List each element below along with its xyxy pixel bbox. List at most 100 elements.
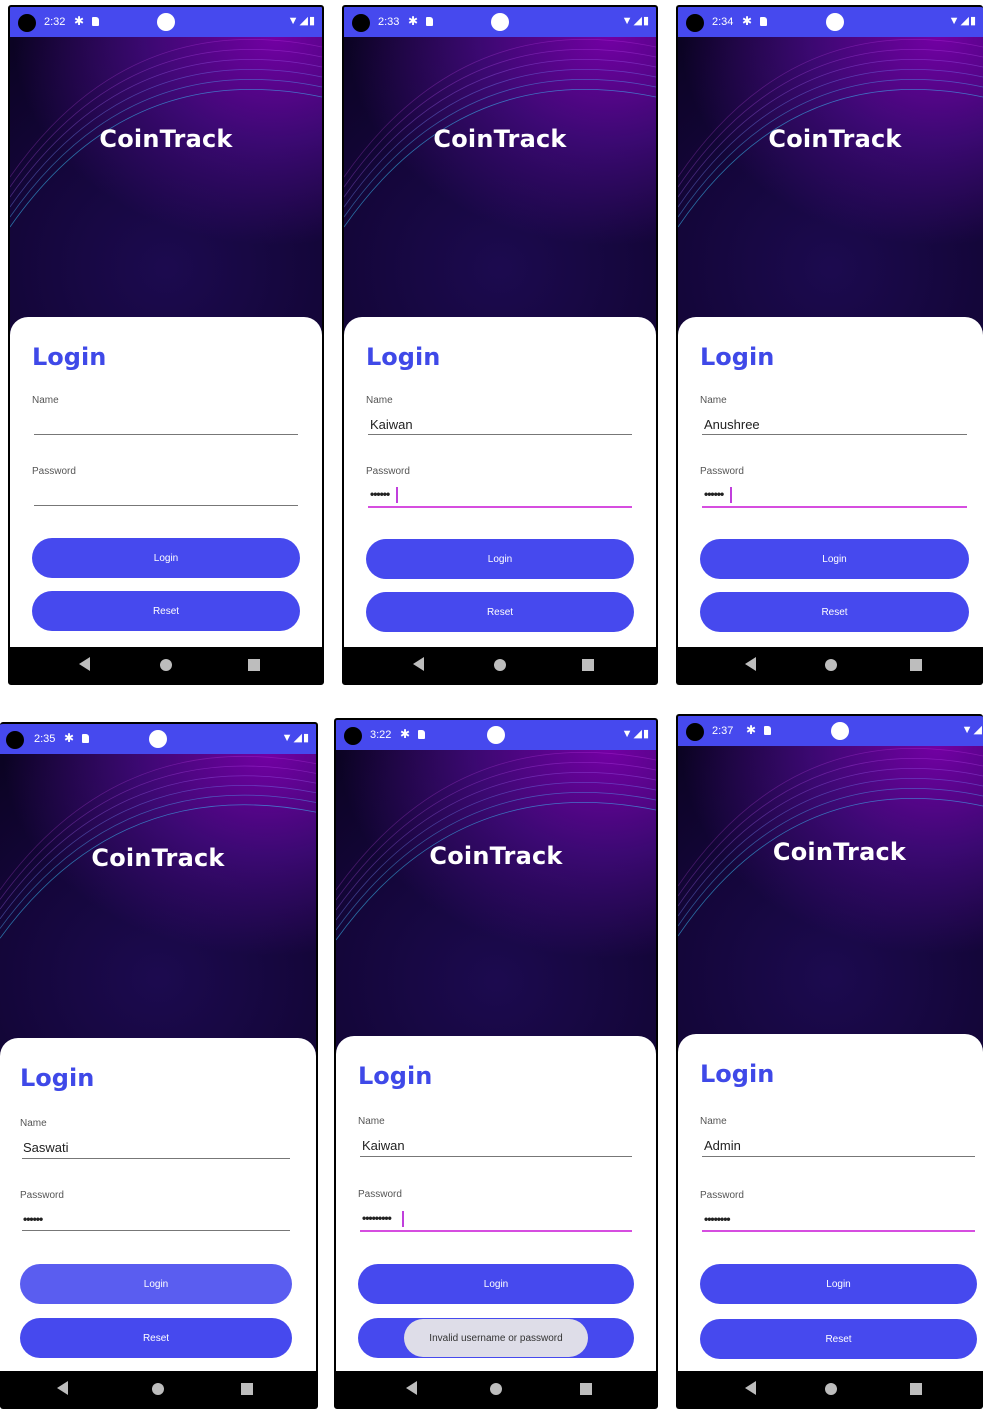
phone-screen-2: 2:33 ✱ ▼◢▮ CoinTrack Login Name Kaiwan P… [342,5,658,685]
wifi-signal-battery-icon: ▼◢▮ [287,15,316,27]
password-input[interactable]: •••••• [704,487,724,501]
login-button[interactable]: Login [32,538,300,578]
status-dot [491,13,509,31]
password-label: Password [32,466,76,477]
login-heading: Login [32,343,107,371]
recents-icon[interactable] [910,1383,922,1395]
password-underline-focused [368,506,632,508]
reset-button[interactable]: Reset [366,592,634,632]
name-label: Name [700,1116,727,1127]
name-underline [702,434,967,435]
back-icon[interactable] [56,1381,68,1395]
reset-button[interactable]: Reset [32,591,300,631]
login-card: Login Name Admin Password •••••••• Login… [678,1034,983,1371]
reset-button[interactable]: Reset [700,1319,977,1359]
status-time: 2:32 [44,16,66,28]
status-time: 2:35 [34,733,56,745]
back-icon[interactable] [406,1381,418,1395]
navigation-bar [10,647,322,683]
recents-icon[interactable] [910,659,922,671]
password-input[interactable]: ••••••••• [362,1211,392,1225]
wifi-signal-battery-icon: ▼◢▮ [621,728,650,740]
status-time: 2:33 [378,16,400,28]
navigation-bar [336,1371,656,1407]
password-label: Password [358,1189,402,1200]
status-bar: 3:22 ✱ ▼◢▮ [336,720,656,750]
gear-icon: ✱ [400,727,411,741]
phone-screen-1: 2:32 ✱ ▼◢▮ CoinTrack Login Name Password… [8,5,324,685]
arc-pattern [336,752,656,941]
back-icon[interactable] [412,657,424,671]
hero-background: CoinTrack [336,750,656,1080]
login-button[interactable]: Login [700,539,969,579]
name-input[interactable]: Kaiwan [362,1138,405,1153]
home-icon[interactable] [824,1383,837,1395]
status-dot [831,722,849,740]
phone-screen-4: 2:35 ✱ ▼◢▮ CoinTrack Login Name Saswati … [0,722,318,1409]
text-cursor [396,487,398,503]
password-input[interactable]: •••••••• [704,1212,731,1226]
name-input[interactable]: Admin [704,1138,741,1153]
status-bar: 2:37 ✱ ▼◢ [678,716,983,746]
app-title: CoinTrack [433,125,567,153]
status-dot [157,13,175,31]
sd-card-icon [82,734,89,743]
login-card: Login Name Kaiwan Password •••••• Login … [344,317,656,647]
back-icon[interactable] [78,657,90,671]
password-underline [34,505,298,506]
name-label: Name [700,395,727,406]
recents-icon[interactable] [581,659,594,671]
home-icon[interactable] [152,1383,164,1395]
name-input[interactable]: Anushree [704,417,760,432]
back-icon[interactable] [745,1381,757,1395]
name-underline [22,1158,290,1159]
login-button[interactable]: Login [358,1264,634,1304]
gear-icon: ✱ [74,14,85,28]
status-bar: 2:32 ✱ ▼◢▮ [10,7,322,37]
name-input[interactable]: Kaiwan [370,417,413,432]
name-input[interactable]: Saswati [23,1140,69,1155]
recents-icon[interactable] [247,659,260,671]
phone-screen-5: 3:22 ✱ ▼◢▮ CoinTrack Login Name Kaiwan P… [334,718,658,1409]
status-bar: 2:34 ✱ ▼◢▮ [678,7,983,37]
wifi-signal-icon: ▼◢ [961,724,983,736]
password-label: Password [700,1190,744,1201]
login-button[interactable]: Login [366,539,634,579]
login-heading: Login [20,1064,95,1092]
phone-screen-3: 2:34 ✱ ▼◢▮ CoinTrack Login Name Anushree… [676,5,983,685]
login-card: Login Name Saswati Password •••••• Login… [0,1038,316,1371]
password-label: Password [366,466,410,477]
login-heading: Login [700,1060,775,1088]
app-title: CoinTrack [91,844,225,872]
home-icon[interactable] [160,659,172,671]
home-icon[interactable] [490,1383,502,1395]
reset-button[interactable]: Reset [20,1318,292,1358]
status-dot [826,13,844,31]
login-heading: Login [358,1062,433,1090]
password-label: Password [700,466,744,477]
navigation-bar [678,647,983,683]
sd-card-icon [764,726,771,735]
home-icon[interactable] [824,659,837,671]
password-input[interactable]: •••••• [23,1212,43,1226]
recents-icon[interactable] [580,1383,592,1395]
name-label: Name [358,1116,385,1127]
home-icon[interactable] [494,659,506,671]
camera-cutout [686,723,704,741]
camera-cutout [344,727,362,745]
wifi-signal-battery-icon: ▼◢▮ [621,15,650,27]
app-title: CoinTrack [429,842,563,870]
back-icon[interactable] [745,657,757,671]
recents-icon[interactable] [240,1383,253,1395]
name-underline [34,434,298,435]
reset-button[interactable]: Reset [700,592,969,632]
login-button-pressed[interactable]: Login [20,1264,292,1304]
camera-cutout [18,14,36,32]
password-input[interactable]: •••••• [370,487,390,501]
password-label: Password [20,1190,64,1201]
login-button[interactable]: Login [700,1264,977,1304]
camera-cutout [6,731,24,749]
text-cursor [402,1211,404,1227]
name-label: Name [20,1118,47,1129]
login-heading: Login [700,343,775,371]
